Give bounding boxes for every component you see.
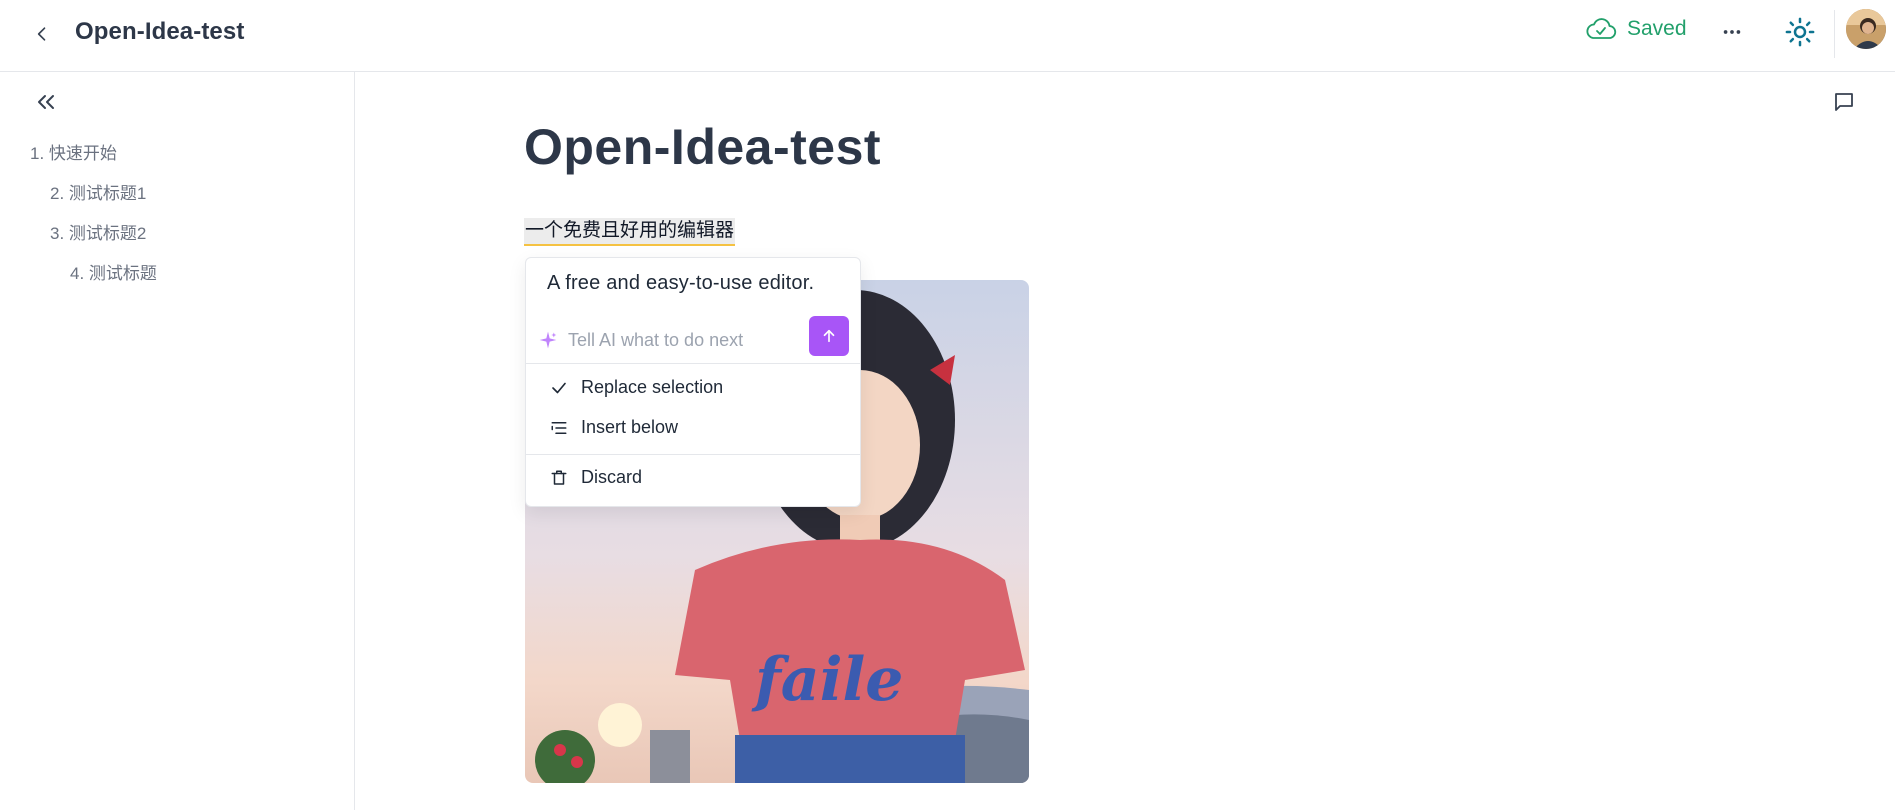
text-indent-icon [550,419,568,437]
discard-button[interactable]: Discard [526,460,860,496]
insert-below-label: Insert below [581,417,679,437]
check-icon [550,379,568,397]
collapse-sidebar-button[interactable] [30,86,62,118]
sparkle-icon [539,331,557,349]
replace-selection-label: Replace selection [581,377,724,397]
toc-item-3[interactable]: 3. 测试标题2 [50,219,146,244]
insert-below-button[interactable]: Insert below [526,410,860,446]
send-button[interactable] [809,316,849,356]
trash-icon [550,469,568,487]
save-status: Saved [1585,17,1687,41]
svg-text:faile: faile [751,645,903,715]
theme-toggle-button[interactable] [1782,14,1818,50]
more-options-button[interactable] [1716,16,1748,48]
message-square-icon [1835,93,1853,111]
discard-label: Discard [581,467,643,487]
document-title: Open-Idea-test [75,18,245,45]
arrow-up-icon [823,329,835,343]
back-button[interactable] [26,18,58,50]
ai-prompt-input[interactable] [566,324,810,356]
top-bar: Open-Idea-test Saved [0,0,1895,72]
selected-paragraph[interactable]: 一个免费且好用的编辑器 [524,218,736,246]
user-avatar[interactable] [1846,9,1886,49]
more-horizontal-icon [1723,30,1741,34]
comments-button[interactable] [1828,86,1860,118]
avatar-image [1846,9,1886,49]
replace-selection-button[interactable]: Replace selection [526,370,860,406]
chevrons-left-icon [38,95,54,109]
save-status-label: Saved [1627,17,1687,40]
toc-item-4[interactable]: 4. 测试标题 [70,259,157,284]
sun-icon [1785,17,1815,47]
ai-result-text: A free and easy-to-use editor. [547,272,815,294]
chevron-left-icon [37,27,46,41]
toc-item-2[interactable]: 2. 测试标题1 [50,179,146,204]
cloud-check-icon [1586,18,1617,39]
topbar-divider [1834,10,1835,58]
ai-assistant-popup: A free and easy-to-use editor. Replace s… [525,257,861,507]
popup-divider [526,454,860,455]
popup-divider [526,363,860,364]
document-heading: Open-Idea-test [524,119,882,175]
sidebar: 1. 快速开始 2. 测试标题1 3. 测试标题2 4. 测试标题 [0,72,355,810]
toc-item-1[interactable]: 1. 快速开始 [30,139,117,164]
